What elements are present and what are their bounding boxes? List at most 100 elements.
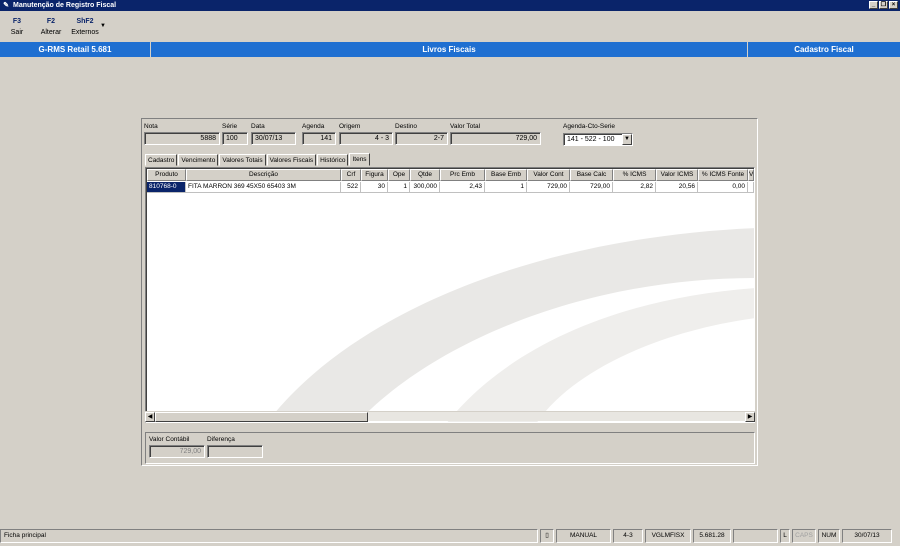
- status-loja: 4-3: [613, 529, 643, 543]
- column-header[interactable]: Figura: [361, 169, 388, 181]
- window-controls: _ ❐ ×: [869, 1, 898, 9]
- status-message: Ficha principal: [0, 529, 538, 543]
- column-header[interactable]: Ope: [388, 169, 410, 181]
- horizontal-scrollbar[interactable]: ◀ ▶: [145, 411, 755, 422]
- status-date: 30/07/13: [842, 529, 892, 543]
- alterar-shortcut: F2: [46, 18, 56, 25]
- status-bar: Ficha principal ▯ MANUAL 4-3 VGLMFISX 5.…: [0, 528, 900, 544]
- column-header[interactable]: Valor Cont: [527, 169, 570, 181]
- status-caps: CAPS: [792, 529, 816, 543]
- agenda-field: Agenda 141: [302, 123, 336, 145]
- destino-label: Destino: [395, 123, 418, 130]
- origem-input[interactable]: 4 - 3: [339, 132, 393, 145]
- status-version: 5.681.28: [693, 529, 731, 543]
- tab-itens[interactable]: Itens: [349, 153, 370, 166]
- alterar-button[interactable]: F2 Alterar: [34, 13, 68, 41]
- table-cell[interactable]: 810768-0: [147, 182, 186, 193]
- data-field: Data 30/07/13: [251, 123, 296, 145]
- valor-total-field: Valor Total 729,00: [450, 123, 541, 145]
- scroll-thumb[interactable]: [155, 412, 368, 422]
- destino-input[interactable]: 2-7: [395, 132, 448, 145]
- restore-button[interactable]: ❐: [879, 1, 888, 9]
- toolbar: F3 Sair F2 Alterar ShF2 Externos ▼: [0, 13, 900, 41]
- alterar-label: Alterar: [40, 29, 62, 36]
- status-user: VGLMFISX: [645, 529, 691, 543]
- status-num: NUM: [818, 529, 840, 543]
- tab-valores-fiscais[interactable]: Valores Fiscais: [266, 154, 317, 166]
- tab-valores-totais[interactable]: Valores Totais: [219, 154, 266, 166]
- table-cell[interactable]: 300,000: [410, 182, 440, 193]
- origem-label: Origem: [339, 123, 361, 130]
- table-cell[interactable]: 1: [485, 182, 527, 193]
- app-icon: ✎: [3, 1, 9, 9]
- module-title: Livros Fiscais: [151, 42, 748, 57]
- externos-button[interactable]: ShF2 Externos: [68, 13, 102, 41]
- valor-total-label: Valor Total: [450, 123, 481, 130]
- close-button[interactable]: ×: [889, 1, 898, 9]
- column-header[interactable]: Produto: [147, 169, 186, 181]
- valor-total-input[interactable]: 729,00: [450, 132, 541, 145]
- scroll-right-icon[interactable]: ▶: [745, 412, 755, 422]
- table-cell[interactable]: FITA MARRON 369 45X50 65403 3M: [186, 182, 341, 193]
- column-header[interactable]: Descrição: [186, 169, 341, 181]
- status-l: L: [780, 529, 790, 543]
- table-cell[interactable]: 1: [388, 182, 410, 193]
- screen-title: Cadastro Fiscal: [794, 45, 854, 54]
- window-title: Manutenção de Registro Fiscal: [13, 2, 117, 9]
- table-cell[interactable]: 2,82: [613, 182, 656, 193]
- serie-input[interactable]: 100: [222, 132, 248, 145]
- status-mode: MANUAL: [556, 529, 611, 543]
- externos-label: Externos: [71, 29, 99, 36]
- column-header[interactable]: Crf: [341, 169, 361, 181]
- sair-shortcut: F3: [12, 18, 22, 25]
- totals-group: Valor Contábil 729,00 Diferença: [145, 432, 755, 464]
- scroll-left-icon[interactable]: ◀: [145, 412, 155, 422]
- column-header[interactable]: Valor ICMS: [656, 169, 698, 181]
- column-header[interactable]: Base Calc: [570, 169, 613, 181]
- agenda-cto-serie-label: Agenda-Cto-Serie: [563, 123, 616, 130]
- table-cell[interactable]: 0,00: [698, 182, 748, 193]
- valor-contabil-label: Valor Contábil: [149, 436, 190, 443]
- column-header[interactable]: Qtde: [410, 169, 440, 181]
- tab-cadastro[interactable]: Cadastro: [145, 154, 178, 166]
- tab-historico[interactable]: Histórico: [317, 154, 349, 166]
- table-cell[interactable]: 729,00: [570, 182, 613, 193]
- agenda-label: Agenda: [302, 123, 325, 130]
- table-cell[interactable]: 729,00: [527, 182, 570, 193]
- table-cell[interactable]: 522: [341, 182, 361, 193]
- main-panel: Nota 5888 Série 100 Data 30/07/13 Agenda…: [141, 118, 758, 466]
- table-cell[interactable]: 2,43: [440, 182, 485, 193]
- externos-dropdown-icon[interactable]: ▼: [100, 13, 106, 41]
- nota-input[interactable]: 5888: [144, 132, 220, 145]
- agenda-cto-serie-select[interactable]: 141 - 522 - 100 ▼: [563, 133, 633, 146]
- agenda-input[interactable]: 141: [302, 132, 336, 145]
- table-cell[interactable]: 20,56: [656, 182, 698, 193]
- column-header[interactable]: % ICMS Fonte: [698, 169, 748, 181]
- table-cell[interactable]: [748, 182, 754, 193]
- column-header[interactable]: Prc Emb: [440, 169, 485, 181]
- watermark-swoosh: [267, 228, 754, 422]
- nota-label: Nota: [144, 123, 158, 130]
- valor-contabil-input[interactable]: 729,00: [149, 445, 205, 458]
- column-header[interactable]: V: [748, 169, 754, 181]
- data-input[interactable]: 30/07/13: [251, 132, 296, 145]
- diferenca-field: Diferença: [207, 436, 263, 458]
- data-label: Data: [251, 123, 265, 130]
- items-grid[interactable]: Produto Descrição Crf Figura Ope Qtde Prc Emb B…: [145, 167, 755, 423]
- sair-button[interactable]: F3 Sair: [0, 13, 34, 41]
- grid-header: Produto Descrição Crf Figura Ope Qtde Prc Emb B…: [147, 169, 754, 181]
- nota-field: Nota 5888: [144, 123, 220, 145]
- valor-contabil-field: Valor Contábil 729,00: [149, 436, 205, 458]
- tab-vencimento[interactable]: Vencimento: [178, 154, 219, 166]
- table-row[interactable]: 810768-0 FITA MARRON 369 45X50 65403 3M 52…: [147, 182, 754, 193]
- status-blank: [733, 529, 778, 543]
- chevron-down-icon[interactable]: ▼: [622, 134, 632, 145]
- column-header[interactable]: Base Emb: [485, 169, 527, 181]
- diferenca-input[interactable]: [207, 445, 263, 458]
- table-cell[interactable]: 30: [361, 182, 388, 193]
- minimize-button[interactable]: _: [869, 1, 878, 9]
- destino-field: Destino 2-7: [395, 123, 448, 145]
- agenda-cto-serie-field: Agenda-Cto-Serie: [563, 123, 615, 132]
- column-header[interactable]: % ICMS: [613, 169, 656, 181]
- title-bar: ✎ Manutenção de Registro Fiscal _ ❐ ×: [0, 0, 900, 11]
